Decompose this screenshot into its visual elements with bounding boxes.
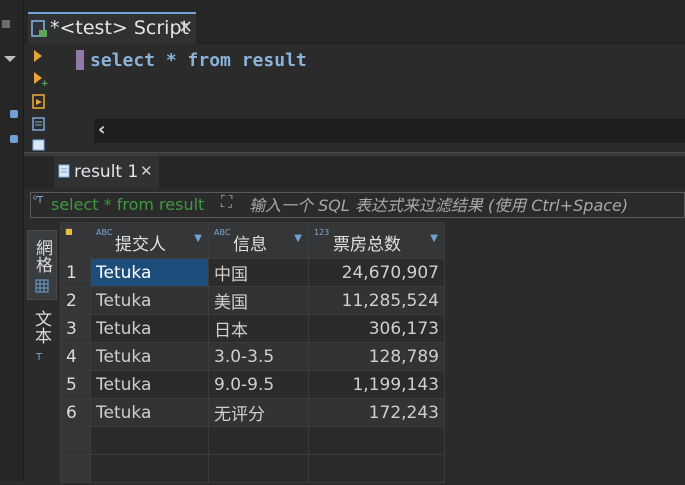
filter-input[interactable]	[245, 193, 684, 217]
filter-sql-label: select * from result	[51, 195, 205, 214]
text-type-icon: ABC	[214, 228, 231, 237]
column-header-info[interactable]: ABC 信息 ▼	[208, 222, 309, 259]
number-type-icon: 123	[314, 228, 330, 237]
results-tabbar: result 1 ✕	[24, 156, 685, 188]
explain-icon	[32, 117, 45, 131]
table-row[interactable]: 5 Tetuka 9.0-9.5 1,199,143	[60, 370, 445, 399]
filter-bar: ⁰T select * from result ⛶	[30, 192, 685, 218]
row-number[interactable]: 5	[60, 370, 91, 399]
expand-icon[interactable]: ⛶	[221, 192, 243, 214]
row-number[interactable]: 4	[60, 342, 91, 371]
cell-empty	[208, 426, 309, 455]
table-row[interactable]: 2 Tetuka 美国 11,285,524	[60, 286, 445, 315]
tab-result-label: result 1	[74, 162, 139, 182]
svg-text:T: T	[35, 352, 43, 363]
grid-icon	[35, 279, 49, 293]
cell-submitter[interactable]: Tetuka	[90, 370, 209, 399]
results-table: ■ ABC 提交人 ▼ ABC 信息 ▼ 123 票房总数 ▼ 1 Tetuka…	[60, 222, 445, 483]
cell-empty	[308, 454, 445, 483]
row-number[interactable]: 1	[60, 258, 91, 287]
row-number[interactable]: 2	[60, 286, 91, 315]
row-number-header[interactable]: ■	[60, 222, 91, 259]
cell-submitter[interactable]: Tetuka	[90, 398, 209, 427]
script-file-icon	[31, 20, 47, 43]
horizontal-scrollbar[interactable]: ‹	[94, 119, 685, 143]
cell-empty	[90, 454, 209, 483]
column-header-label: 票房总数	[333, 235, 401, 255]
scroll-left-icon[interactable]: ‹	[98, 119, 105, 140]
cell-total[interactable]: 306,173	[308, 314, 445, 343]
cell-total[interactable]: 1,199,143	[308, 370, 445, 399]
tab-script-label: *<test> Script	[50, 17, 189, 39]
cell-info[interactable]: 中国	[208, 258, 309, 287]
left-strip	[0, 0, 24, 481]
text-type-icon: ABC	[96, 228, 113, 237]
cell-submitter[interactable]: Tetuka	[90, 342, 209, 371]
empty-row	[60, 426, 445, 455]
tab-result-1[interactable]: result 1 ✕	[54, 156, 159, 188]
table-row[interactable]: 1 Tetuka 中国 24,670,907	[60, 258, 445, 287]
cell-info[interactable]: 美国	[208, 286, 309, 315]
table-row[interactable]: 6 Tetuka 无评分 172,243	[60, 398, 445, 427]
cell-submitter[interactable]: Tetuka	[90, 286, 209, 315]
editor-action-icons: +	[32, 50, 49, 151]
column-header-box-office-total[interactable]: 123 票房总数 ▼	[308, 222, 445, 259]
cell-total[interactable]: 11,285,524	[308, 286, 445, 315]
grid-tab-label-1: 網格	[32, 239, 52, 273]
close-icon[interactable]: ✕	[140, 162, 153, 180]
empty-row	[60, 454, 445, 483]
table-row[interactable]: 4 Tetuka 3.0-3.5 128,789	[60, 342, 445, 371]
sort-icon[interactable]: ▼	[430, 233, 438, 244]
editor-gutter: +	[24, 44, 70, 154]
run-icon	[34, 50, 42, 62]
table-icon	[58, 163, 70, 183]
sql-text[interactable]: select * from result	[90, 50, 307, 71]
column-header-label: 信息	[233, 235, 267, 255]
tab-grid-view[interactable]: 網格	[27, 230, 57, 300]
cell-info[interactable]: 日本	[208, 314, 309, 343]
cell-empty	[308, 426, 445, 455]
close-icon[interactable]: ✕	[178, 17, 193, 38]
results-grid[interactable]: ■ ABC 提交人 ▼ ABC 信息 ▼ 123 票房总数 ▼ 1 Tetuka…	[60, 222, 685, 483]
tab-text-view[interactable]: 文本 T	[27, 306, 55, 366]
table-row[interactable]: 3 Tetuka 日本 306,173	[60, 314, 445, 343]
row-number[interactable]: 6	[60, 398, 91, 427]
lock-icon: ■	[65, 227, 73, 236]
cell-info[interactable]: 3.0-3.5	[208, 342, 309, 371]
text-tab-label: 文本	[31, 310, 51, 344]
column-header-submitter[interactable]: ABC 提交人 ▼	[90, 222, 209, 259]
sql-editor[interactable]: select * from result ‹	[70, 44, 685, 154]
filter-sql-icon: ⁰T	[33, 195, 44, 206]
cell-total[interactable]: 172,243	[308, 398, 445, 427]
text-view-icon: T	[35, 352, 43, 363]
result-view-tabs: 網格 文本 T	[24, 222, 60, 481]
svg-text:+: +	[41, 79, 49, 89]
cell-empty	[208, 454, 309, 483]
left-strip-icons	[2, 20, 18, 143]
column-header-label: 提交人	[115, 235, 166, 255]
cell-submitter[interactable]: Tetuka	[90, 258, 209, 287]
cell-total[interactable]: 128,789	[308, 342, 445, 371]
row-number-empty	[60, 454, 91, 483]
row-number-empty	[60, 426, 91, 455]
current-line-marker	[76, 50, 84, 70]
cell-empty	[90, 426, 209, 455]
cell-submitter[interactable]: Tetuka	[90, 314, 209, 343]
sort-icon[interactable]: ▼	[294, 233, 302, 244]
cell-total[interactable]: 24,670,907	[308, 258, 445, 287]
sort-icon[interactable]: ▼	[194, 233, 202, 244]
panel-icon	[32, 139, 45, 151]
row-number[interactable]: 3	[60, 314, 91, 343]
cell-info[interactable]: 9.0-9.5	[208, 370, 309, 399]
cell-info[interactable]: 无评分	[208, 398, 309, 427]
tab-script[interactable]: *<test> Script ✕	[28, 12, 196, 44]
